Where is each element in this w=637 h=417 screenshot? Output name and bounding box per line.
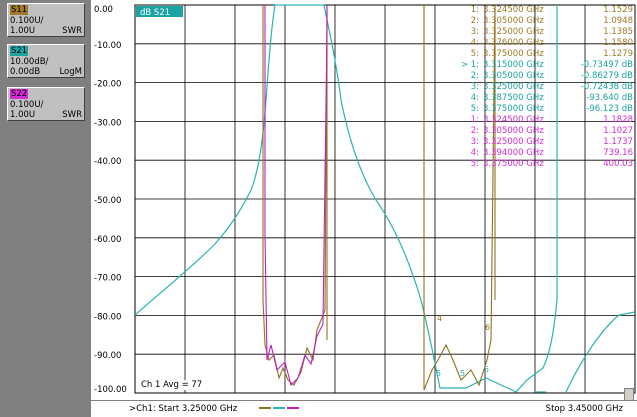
y-axis-label: -20.00 — [94, 80, 121, 90]
marker-value: -0.72438 dB — [581, 82, 633, 92]
trace-tag-s21: S21 — [10, 46, 29, 56]
start-frequency: >Ch1: Start 3.25000 GHz — [129, 404, 238, 414]
marker-value: 1.1580 — [603, 38, 633, 48]
marker-number: 2: — [471, 16, 479, 26]
marker-value: 400.03 — [603, 159, 633, 169]
marker-number: 2: — [471, 71, 479, 81]
marker-value: -0.73497 dB — [581, 60, 633, 70]
trace-s11-box[interactable]: S11 0.100U/ 1.00U SWR — [7, 3, 85, 37]
y-axis-label: -80.00 — [94, 312, 121, 322]
trace-tag-s22: S22 — [10, 89, 29, 99]
trace-s21-scale: 10.00dB/ — [10, 57, 49, 67]
marker-value: 1.1279 — [603, 49, 633, 59]
y-axis-label: 0.00 — [94, 5, 113, 15]
trace-s21-box[interactable]: S21 10.00dB/ 0.00dB LogM — [7, 44, 85, 78]
trace-legend-lines — [259, 407, 299, 409]
marker-number: 1: — [471, 115, 479, 125]
marker-frequency: 3.324500 GHz — [483, 115, 544, 125]
y-axis-label: -70.00 — [94, 274, 121, 284]
marker-frequency: 3.376000 GHz — [483, 38, 544, 48]
frequency-status-bar: >Ch1: Start 3.25000 GHz Stop 3.45000 GHz — [91, 400, 637, 417]
marker-number: 4: — [471, 93, 479, 103]
marker-value: 1.0948 — [603, 16, 633, 26]
marker-frequency: 3.325000 GHz — [483, 82, 544, 92]
y-axis-label: -60.00 — [94, 235, 121, 245]
marker-flag-4: 4 — [437, 314, 442, 323]
trace-s22-ref: 1.00U — [10, 110, 36, 120]
marker-frequency: 3.325000 GHz — [483, 137, 544, 147]
y-axis-label: -100.00 — [94, 385, 127, 395]
marker-number: 4: — [471, 38, 479, 48]
trace-panel: S11 0.100U/ 1.00U SWR S21 10.00dB/ 0.00d… — [0, 0, 91, 417]
trace-s21-ref: 0.00dB — [10, 67, 41, 77]
marker-number: 3: — [471, 137, 479, 147]
active-trace-label: dB S21 — [140, 8, 170, 18]
marker-value: 1.1027 — [603, 126, 633, 136]
plot-svg: 0.00 -10.00 -20.00 -30.00 -40.00 -50.00 -60.00… — [94, 4, 636, 395]
marker-number: 1: — [471, 5, 479, 15]
trace-s22-format: SWR — [62, 110, 82, 120]
marker-value: 1.1529 — [603, 5, 633, 15]
trace-s22-scale: 0.100U/ — [10, 100, 44, 110]
marker-frequency: 3.324500 GHz — [483, 5, 544, 15]
marker-frequency: 3.375000 GHz — [483, 104, 544, 114]
marker-number: > 1: — [461, 60, 479, 70]
trace-s11-scale: 0.100U/ — [10, 16, 44, 26]
marker-flag-5b: 5 — [460, 369, 465, 378]
y-axis-label: -90.00 — [94, 351, 121, 361]
trace-s22-box[interactable]: S22 0.100U/ 1.00U SWR — [7, 87, 85, 121]
marker-number: 3: — [471, 27, 479, 37]
marker-value: 739.16 — [603, 148, 633, 158]
marker-value: 1.1385 — [603, 27, 633, 37]
marker-frequency: 3.305000 GHz — [483, 71, 544, 81]
marker-number: 3: — [471, 82, 479, 92]
marker-frequency: 3.387500 GHz — [483, 93, 544, 103]
marker-frequency: 3.375000 GHz — [483, 49, 544, 59]
marker-frequency: 3.375000 GHz — [483, 159, 544, 169]
y-axis-label: -40.00 — [94, 157, 121, 167]
marker-flag-5c: 5 — [484, 365, 489, 374]
marker-number: 4: — [471, 148, 479, 158]
trace-s21-format: LogM — [59, 67, 82, 77]
plot-area[interactable]: 0.00 -10.00 -20.00 -30.00 -40.00 -50.00 -60.00… — [91, 0, 637, 417]
marker-flag-5a: 5 — [436, 369, 441, 378]
marker-frequency: 3.315000 GHz — [483, 60, 544, 70]
trace-s11-format: SWR — [62, 26, 82, 36]
channel-average-readout: Ch 1 Avg = 77 — [139, 380, 205, 390]
y-axis-label: -50.00 — [94, 196, 121, 206]
y-axis-label: -10.00 — [94, 41, 121, 51]
marker-flag-6: 6 — [485, 323, 490, 332]
trace-s11-ref: 1.00U — [10, 26, 36, 36]
marker-number: 5: — [471, 159, 479, 169]
marker-frequency: 3.325000 GHz — [483, 27, 544, 37]
marker-number: 5: — [471, 49, 479, 59]
marker-number: 2: — [471, 126, 479, 136]
stop-frequency: Stop 3.45000 GHz — [545, 404, 623, 414]
marker-number: 5: — [471, 104, 479, 114]
marker-frequency: 3.305000 GHz — [483, 16, 544, 26]
y-axis-label: -30.00 — [94, 118, 121, 128]
marker-frequency: 3.305000 GHz — [483, 126, 544, 136]
marker-value: -0.86279 dB — [581, 71, 633, 81]
marker-value: -96.123 dB — [586, 104, 633, 114]
marker-value: 1.1828 — [603, 115, 633, 125]
marker-value: -93.640 dB — [586, 93, 633, 103]
marker-value: 1.1737 — [603, 137, 633, 147]
trace-tag-s11: S11 — [10, 5, 29, 15]
marker-frequency: 3.394000 GHz — [483, 148, 544, 158]
